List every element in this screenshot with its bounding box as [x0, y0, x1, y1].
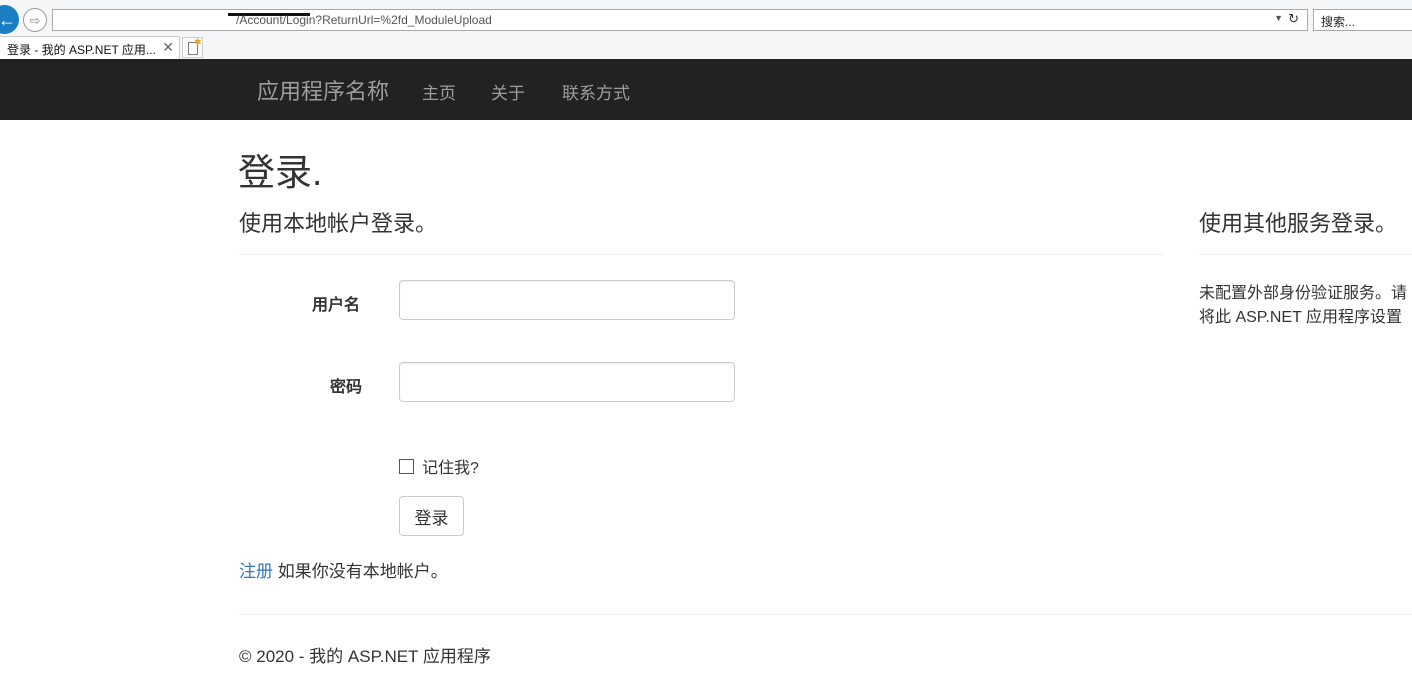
password-label: 密码 [330, 379, 363, 396]
refresh-icon[interactable]: ↻ [1288, 11, 1299, 27]
local-login-heading: 使用本地帐户登录。 [239, 211, 438, 236]
search-input[interactable]: 搜索... [1313, 9, 1412, 31]
close-icon[interactable]: ✕ [162, 39, 174, 56]
divider [239, 254, 1163, 255]
chevron-down-icon[interactable]: ▼ [1274, 13, 1283, 23]
external-auth-message: 未配置外部身份验证服务。请 将此 ASP.NET 应用程序设置 [1199, 282, 1412, 330]
remember-me-row: 记住我? [399, 454, 479, 478]
footer-copyright: © 2020 - 我的 ASP.NET 应用程序 [239, 647, 491, 666]
tab-title: 登录 - 我的 ASP.NET 应用... [7, 43, 156, 57]
sparkle-icon: ✱ [194, 37, 202, 47]
password-field[interactable] [399, 362, 735, 402]
address-url[interactable]: /Account/Login?ReturnUrl=%2fd_ModuleUplo… [236, 13, 492, 27]
arrow-left-icon: ← [0, 9, 16, 30]
nav-about-link[interactable]: 关于 [491, 79, 525, 104]
divider [1199, 254, 1412, 255]
footer-divider [239, 614, 1412, 615]
forward-button[interactable]: ⇨ [23, 8, 47, 32]
register-text: 如果你没有本地帐户。 [273, 562, 448, 581]
page-title: 登录. [238, 152, 323, 193]
register-link[interactable]: 注册 [239, 562, 273, 581]
tab-strip: 登录 - 我的 ASP.NET 应用... ✕ ✱ [0, 36, 1412, 60]
brand-link[interactable]: 应用程序名称 [257, 74, 389, 106]
username-field[interactable] [399, 280, 735, 320]
external-message-line: 将此 ASP.NET 应用程序设置 [1199, 309, 1403, 326]
browser-tab[interactable]: 登录 - 我的 ASP.NET 应用... ✕ [0, 36, 180, 60]
login-button[interactable]: 登录 [399, 496, 464, 536]
remember-me-checkbox[interactable] [399, 458, 414, 474]
external-message-line: 未配置外部身份验证服务。请 [1199, 285, 1408, 302]
remember-me-label[interactable]: 记住我? [422, 454, 479, 478]
username-label: 用户名 [312, 297, 361, 314]
register-row: 注册 如果你没有本地帐户。 [239, 557, 448, 582]
arrow-right-icon: ⇨ [29, 12, 41, 28]
nav-home-link[interactable]: 主页 [422, 79, 456, 104]
address-bar[interactable]: /Account/Login?ReturnUrl=%2fd_ModuleUplo… [52, 9, 1308, 31]
browser-toolbar: ← ⇨ /Account/Login?ReturnUrl=%2fd_Module… [0, 0, 1412, 36]
external-login-heading: 使用其他服务登录。 [1199, 211, 1398, 236]
nav-contact-link[interactable]: 联系方式 [562, 79, 630, 104]
back-button[interactable]: ← [0, 5, 19, 34]
new-tab-button[interactable]: ✱ [182, 37, 203, 58]
site-navbar: 应用程序名称 主页 关于 联系方式 [0, 59, 1412, 120]
